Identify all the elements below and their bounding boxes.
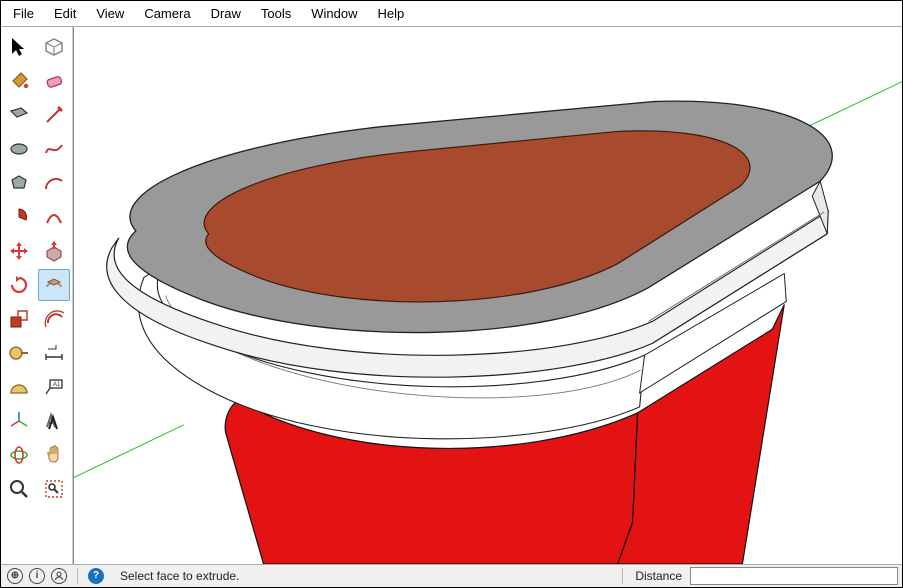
text-tool[interactable]: A1 xyxy=(38,371,70,403)
user-icon[interactable] xyxy=(51,568,67,584)
menu-draw[interactable]: Draw xyxy=(201,2,251,25)
protractor-tool[interactable] xyxy=(3,371,35,403)
tool-palette: A1 xyxy=(1,27,73,564)
move-tool[interactable] xyxy=(3,235,35,267)
axes-tool[interactable] xyxy=(3,405,35,437)
dimension-tool-1[interactable] xyxy=(38,337,70,369)
menu-help[interactable]: Help xyxy=(368,2,415,25)
model-viewport[interactable] xyxy=(73,27,902,564)
select-tool[interactable] xyxy=(3,31,35,63)
menu-camera[interactable]: Camera xyxy=(134,2,200,25)
help-icon[interactable]: ? xyxy=(88,568,104,584)
orbit-tool[interactable] xyxy=(3,439,35,471)
menu-file[interactable]: File xyxy=(3,2,44,25)
tape-measure-tool[interactable] xyxy=(3,337,35,369)
menu-window[interactable]: Window xyxy=(301,2,367,25)
eraser-tool[interactable] xyxy=(38,65,70,97)
line-tool[interactable] xyxy=(38,99,70,131)
zoom-extents-tool[interactable] xyxy=(38,473,70,505)
menu-edit[interactable]: Edit xyxy=(44,2,86,25)
geo-location-icon[interactable]: ⊕ xyxy=(7,568,23,584)
status-bar: ⊕ i ? Select face to extrude. Distance xyxy=(1,564,902,587)
scale-tool[interactable] xyxy=(3,303,35,335)
zoom-tool[interactable] xyxy=(3,473,35,505)
credits-icon[interactable]: i xyxy=(29,568,45,584)
3d-text-tool[interactable] xyxy=(38,405,70,437)
arc-tool[interactable] xyxy=(38,167,70,199)
vcb-label: Distance xyxy=(627,569,690,583)
make-component-tool[interactable] xyxy=(38,31,70,63)
status-message: Select face to extrude. xyxy=(110,569,618,583)
rectangle-tool[interactable] xyxy=(3,99,35,131)
menubar: File Edit View Camera Draw Tools Window … xyxy=(1,1,902,27)
statusbar-separator xyxy=(77,568,78,584)
menu-view[interactable]: View xyxy=(86,2,134,25)
push-pull-tool[interactable] xyxy=(38,235,70,267)
pan-tool[interactable] xyxy=(38,439,70,471)
svg-text:A1: A1 xyxy=(53,382,61,388)
menu-tools[interactable]: Tools xyxy=(251,2,301,25)
rotate-tool[interactable] xyxy=(3,269,35,301)
pie-tool[interactable] xyxy=(3,201,35,233)
vcb-input[interactable] xyxy=(690,567,898,585)
two-point-arc-tool[interactable] xyxy=(38,201,70,233)
statusbar-separator-2 xyxy=(622,568,623,584)
freehand-tool[interactable] xyxy=(38,133,70,165)
paint-bucket-tool[interactable] xyxy=(3,65,35,97)
follow-me-tool[interactable] xyxy=(38,269,70,301)
offset-tool[interactable] xyxy=(38,303,70,335)
polygon-tool[interactable] xyxy=(3,167,35,199)
circle-tool[interactable] xyxy=(3,133,35,165)
